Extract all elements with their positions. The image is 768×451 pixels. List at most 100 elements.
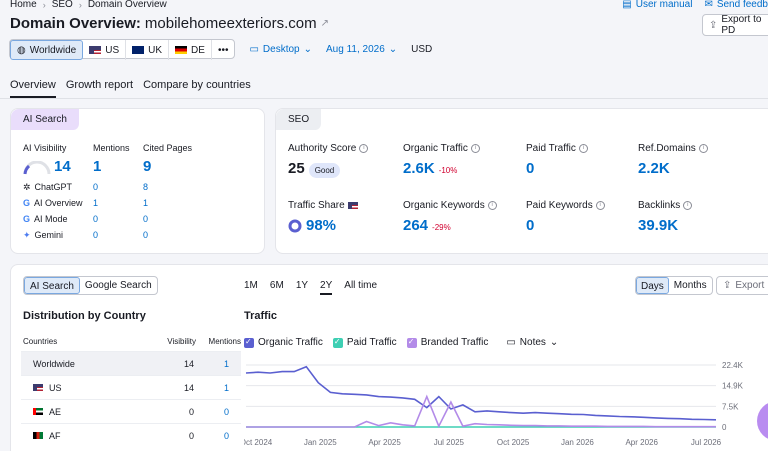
ai-row-cited[interactable]: 0 — [143, 230, 148, 240]
region-worldwide[interactable]: ◍ Worldwide — [10, 40, 84, 60]
info-icon[interactable]: i — [595, 201, 605, 210]
legend-label: Branded Traffic — [420, 337, 489, 348]
info-icon[interactable]: i — [470, 144, 480, 153]
ai-row-mentions[interactable]: 0 — [93, 182, 143, 192]
authority-good-badge: Good — [308, 163, 341, 178]
send-feedback-label: Send feedb — [716, 0, 768, 10]
region-selector: ◍ Worldwide US UK DE ••• — [9, 39, 236, 60]
country-mentions[interactable]: 1 — [194, 359, 229, 369]
top-links: ▤ User manual ✉ Send feedb — [622, 0, 768, 10]
mentions-value[interactable]: 1 — [93, 158, 101, 175]
country-mentions[interactable]: 1 — [194, 383, 229, 393]
backlinks-value: 39.9K — [638, 217, 679, 234]
granularity-months[interactable]: Months — [669, 277, 712, 294]
y-tick-label: 7.5K — [722, 402, 739, 411]
ai-row-cited[interactable]: 1 — [143, 198, 148, 208]
notes-dropdown[interactable]: ▭ Notes ⌄ — [506, 337, 558, 348]
date-dropdown[interactable]: Aug 11, 2026 ⌄ — [326, 44, 397, 55]
device-dropdown[interactable]: ▭ Desktop ⌄ — [249, 44, 312, 55]
checkbox-icon — [406, 337, 417, 348]
external-link-icon[interactable]: ↗ — [321, 18, 329, 29]
ai-visibility-value[interactable]: 14 — [54, 158, 71, 175]
organic-keywords-value: 264 — [403, 217, 429, 234]
legend-paid-traffic[interactable]: Paid Traffic — [332, 337, 397, 348]
info-icon[interactable]: i — [698, 144, 708, 153]
granularity-days[interactable]: Days — [636, 277, 669, 294]
cited-pages-value[interactable]: 9 — [143, 158, 151, 175]
metric-label: Traffic Share — [288, 200, 358, 211]
organic-traffic-delta: -10% — [438, 166, 458, 175]
more-regions-button[interactable]: ••• — [212, 40, 235, 60]
checkbox-icon — [332, 337, 343, 348]
ai-search-tag: AI Search — [11, 109, 79, 130]
range-selector: 1M 6M 1Y 2Y All time — [244, 280, 377, 295]
metric-label: Authority Score i — [288, 143, 369, 154]
metric-value[interactable]: 98% — [288, 217, 358, 234]
region-label: US — [105, 44, 120, 56]
send-feedback-link[interactable]: ✉ Send feedb — [704, 0, 768, 10]
metric-value[interactable]: 0 — [526, 160, 588, 177]
range-1y[interactable]: 1Y — [296, 280, 308, 295]
region-uk[interactable]: UK — [126, 40, 170, 60]
col-visibility: Visibility — [167, 337, 196, 346]
traffic-title: Traffic — [244, 310, 278, 322]
ai-row-mentions[interactable]: 0 — [93, 214, 143, 224]
metric-value[interactable]: 39.9K — [638, 217, 692, 234]
ai-row-cited[interactable]: 0 — [143, 214, 148, 224]
x-tick-label: Jan 2025 — [304, 438, 337, 447]
y-tick-label: 14.9K — [722, 382, 744, 391]
legend-label: Organic Traffic — [258, 337, 323, 348]
export-pdf-button[interactable]: ⇪ Export to PD — [702, 14, 768, 36]
tab-growth-report[interactable]: Growth report — [66, 79, 133, 98]
range-2y[interactable]: 2Y — [320, 280, 333, 295]
country-visibility: 0 — [188, 406, 194, 417]
date-label: Aug 11, 2026 — [326, 43, 385, 55]
info-icon[interactable]: i — [578, 144, 588, 153]
checkbox-icon — [244, 337, 254, 348]
notes-label: Notes — [519, 337, 546, 348]
x-tick-label: Jul 2026 — [691, 438, 722, 447]
paid-keywords: Paid Keywords i 0 — [526, 200, 605, 234]
region-us[interactable]: US — [83, 40, 127, 60]
country-mentions[interactable]: 0 — [194, 407, 229, 417]
chevron-down-icon: ⌄ — [303, 43, 312, 55]
country-label: AF — [49, 430, 61, 441]
toggle-ai-search[interactable]: AI Search — [24, 277, 80, 294]
chart-export-button[interactable]: ⇪ Export — [716, 276, 768, 295]
legend-branded-traffic[interactable]: Branded Traffic — [406, 337, 489, 348]
ai-row-name: G AI Overview — [23, 198, 93, 208]
visibility-gauge-icon — [23, 161, 51, 175]
export-pdf-label: Export to PD — [721, 14, 762, 36]
info-icon[interactable]: i — [359, 144, 369, 153]
toggle-google-search[interactable]: Google Search — [80, 277, 157, 294]
af-flag-icon — [33, 432, 43, 439]
globe-icon: ◍ — [17, 44, 26, 56]
ai-row-mentions[interactable]: 0 — [93, 230, 143, 240]
feedback-icon: ✉ — [704, 0, 713, 10]
breadcrumb-home[interactable]: Home — [10, 0, 37, 10]
metric-value[interactable]: 264 -29% — [403, 217, 497, 234]
metric-value[interactable]: 2.2K — [638, 160, 708, 177]
chart-export-label: Export — [735, 280, 765, 291]
legend-organic-traffic[interactable]: Organic Traffic — [244, 337, 323, 348]
ai-row-mentions[interactable]: 1 — [93, 198, 143, 208]
breadcrumb-seo[interactable]: SEO — [52, 0, 73, 10]
metric-value[interactable]: 2.6K -10% — [403, 160, 480, 177]
table-row: Worldwide 14 1 — [21, 351, 241, 375]
info-icon[interactable]: i — [487, 201, 497, 210]
ai-row-gemini: ✦ Gemini 0 0 — [23, 229, 223, 241]
user-manual-link[interactable]: ▤ User manual — [622, 0, 692, 10]
info-icon[interactable]: i — [683, 201, 693, 210]
chevron-right-icon: › — [78, 0, 82, 10]
region-de[interactable]: DE — [169, 40, 212, 60]
country-mentions[interactable]: 0 — [194, 431, 229, 441]
range-1m[interactable]: 1M — [244, 280, 258, 295]
country-visibility: 0 — [188, 430, 194, 441]
metric-value[interactable]: 0 — [526, 217, 605, 234]
range-all-time[interactable]: All time — [344, 280, 377, 295]
range-6m[interactable]: 6M — [270, 280, 284, 295]
tab-overview[interactable]: Overview — [10, 79, 56, 98]
tab-compare-by-countries[interactable]: Compare by countries — [143, 79, 251, 98]
ai-row-cited[interactable]: 8 — [143, 182, 148, 192]
us-flag-icon — [89, 46, 102, 54]
